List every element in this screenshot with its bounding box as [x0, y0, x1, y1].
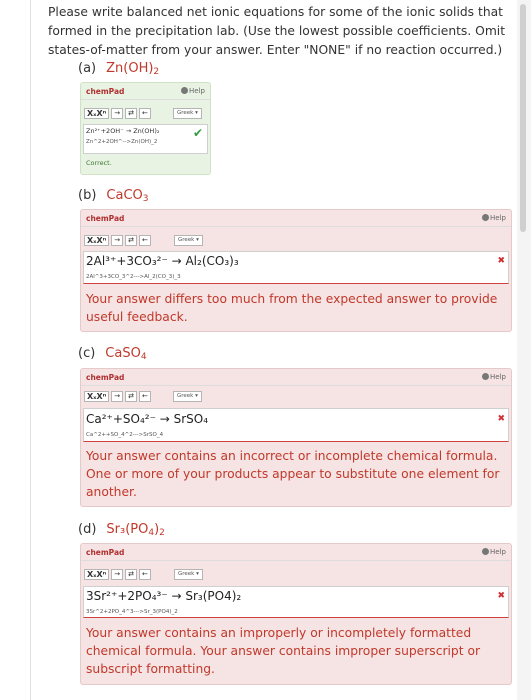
part-letter: (b)	[78, 188, 97, 203]
correct-check-icon: ✔	[192, 126, 203, 140]
chempad-part-a: chemPad Help XₓXⁿ → ⇄ ← Greek ▾ Zn²⁺+2OH…	[80, 82, 211, 175]
chempad-divider	[81, 99, 210, 100]
reaction-arrow-button[interactable]: →	[111, 235, 124, 246]
answer-formatted: 2Al³⁺+3CO₃²⁻ → Al₂(CO₃)₃	[86, 254, 239, 268]
answer-raw-text: Ca^2++SO_4^2--->SrSO_4	[86, 432, 164, 438]
answer-input[interactable]: Ca²⁺+SO₄²⁻ → SrSO₄ Ca^2++SO_4^2--->SrSO_…	[83, 408, 509, 442]
help-button[interactable]: Help	[482, 214, 506, 222]
feedback-message: Your answer contains an improperly or in…	[86, 626, 481, 676]
part-d-label: (d) Sr₃(PO4)2	[78, 522, 165, 538]
chempad-divider	[81, 560, 511, 561]
subscript-superscript-button[interactable]: XₓXⁿ	[84, 569, 110, 580]
greek-dropdown[interactable]: Greek ▾	[173, 108, 202, 119]
help-icon	[482, 373, 490, 380]
page-left-border	[30, 0, 31, 700]
feedback-message: Correct.	[86, 159, 112, 167]
part-a-label: (a) Zn(OH)2	[78, 61, 159, 77]
equilibrium-arrow-button[interactable]: ⇄	[125, 108, 138, 119]
help-button[interactable]: Help	[482, 548, 506, 556]
compound-formula: Sr₃(PO4)2	[106, 522, 165, 538]
compound-formula: CaCO3	[106, 188, 149, 204]
greek-dropdown[interactable]: Greek ▾	[174, 569, 203, 580]
chempad-part-b: chemPad Help XₓXⁿ → ⇄ ← Greek ▾ 2Al³⁺+3C…	[80, 209, 512, 332]
incorrect-x-icon: ✖	[497, 256, 505, 266]
answer-input[interactable]: Zn²⁺+2OH⁻ → Zn(OH)₂ Zn^2+2OH^-->Zn(OH)_2…	[83, 124, 208, 154]
reaction-arrow-button[interactable]: →	[111, 569, 124, 580]
help-button[interactable]: Help	[181, 87, 205, 95]
incorrect-x-icon: ✖	[497, 591, 505, 601]
chempad-divider	[81, 385, 511, 386]
answer-raw-text: 3Sr^2+2PO_4^3--->Sr_3(PO4)_2	[86, 609, 178, 615]
help-icon	[181, 87, 189, 94]
reverse-arrow-button[interactable]: ←	[139, 108, 151, 119]
equilibrium-arrow-button[interactable]: ⇄	[125, 235, 138, 246]
answer-formatted: 3Sr²⁺+2PO₄³⁻ → Sr₃(PO4)₂	[86, 589, 242, 603]
help-button[interactable]: Help	[482, 373, 506, 381]
incorrect-x-icon: ✖	[497, 414, 505, 424]
subscript-superscript-button[interactable]: XₓXⁿ	[84, 108, 110, 119]
chempad-toolbar: XₓXⁿ → ⇄ ←	[84, 235, 151, 246]
chempad-toolbar: XₓXⁿ → ⇄ ←	[84, 108, 151, 119]
chempad-title: chemPad	[86, 373, 125, 382]
greek-dropdown[interactable]: Greek ▾	[174, 235, 203, 246]
subscript-superscript-button[interactable]: XₓXⁿ	[84, 235, 110, 246]
compound-formula: Zn(OH)2	[106, 61, 160, 77]
chempad-title: chemPad	[86, 548, 125, 557]
chempad-toolbar: XₓXⁿ → ⇄ ←	[84, 569, 151, 580]
chempad-part-c: chemPad Help XₓXⁿ → ⇄ ← Greek ▾ Ca²⁺+SO₄…	[80, 368, 512, 507]
part-letter: (a)	[78, 61, 97, 76]
chempad-divider	[81, 226, 511, 227]
subscript-superscript-button[interactable]: XₓXⁿ	[84, 391, 110, 402]
answer-raw-text: Zn^2+2OH^-->Zn(OH)_2	[86, 139, 158, 145]
answer-formatted: Zn²⁺+2OH⁻ → Zn(OH)₂	[86, 127, 160, 135]
equilibrium-arrow-button[interactable]: ⇄	[125, 569, 138, 580]
reverse-arrow-button[interactable]: ←	[139, 569, 151, 580]
help-icon	[482, 214, 490, 221]
chempad-part-d: chemPad Help XₓXⁿ → ⇄ ← Greek ▾ 3Sr²⁺+2P…	[80, 543, 512, 685]
reverse-arrow-button[interactable]: ←	[139, 391, 151, 402]
chempad-toolbar: XₓXⁿ → ⇄ ←	[84, 391, 151, 402]
reverse-arrow-button[interactable]: ←	[139, 235, 151, 246]
answer-formatted: Ca²⁺+SO₄²⁻ → SrSO₄	[86, 412, 209, 426]
feedback-message: Your answer contains an incorrect or inc…	[86, 449, 500, 499]
part-c-label: (c) CaSO4	[78, 346, 147, 362]
greek-dropdown[interactable]: Greek ▾	[173, 391, 202, 402]
reaction-arrow-button[interactable]: →	[111, 391, 124, 402]
part-letter: (d)	[78, 522, 97, 537]
reaction-arrow-button[interactable]: →	[111, 108, 124, 119]
part-letter: (c)	[78, 346, 96, 361]
chempad-title: chemPad	[86, 214, 125, 223]
answer-input[interactable]: 2Al³⁺+3CO₃²⁻ → Al₂(CO₃)₃ 2Al^3+3CO_3^2--…	[83, 251, 509, 284]
equilibrium-arrow-button[interactable]: ⇄	[125, 391, 138, 402]
scrollbar-thumb[interactable]	[520, 4, 526, 232]
part-b-label: (b) CaCO3	[78, 188, 149, 204]
chempad-title: chemPad	[86, 87, 125, 96]
compound-formula: CaSO4	[105, 346, 147, 362]
question-instructions: Please write balanced net ionic equation…	[48, 5, 506, 57]
answer-input[interactable]: 3Sr²⁺+2PO₄³⁻ → Sr₃(PO4)₂ 3Sr^2+2PO_4^3--…	[83, 586, 509, 618]
help-icon	[482, 548, 490, 555]
answer-raw-text: 2Al^3+3CO_3^2--->Al_2(CO_3)_3	[86, 274, 181, 280]
feedback-message: Your answer differs too much from the ex…	[86, 292, 498, 324]
